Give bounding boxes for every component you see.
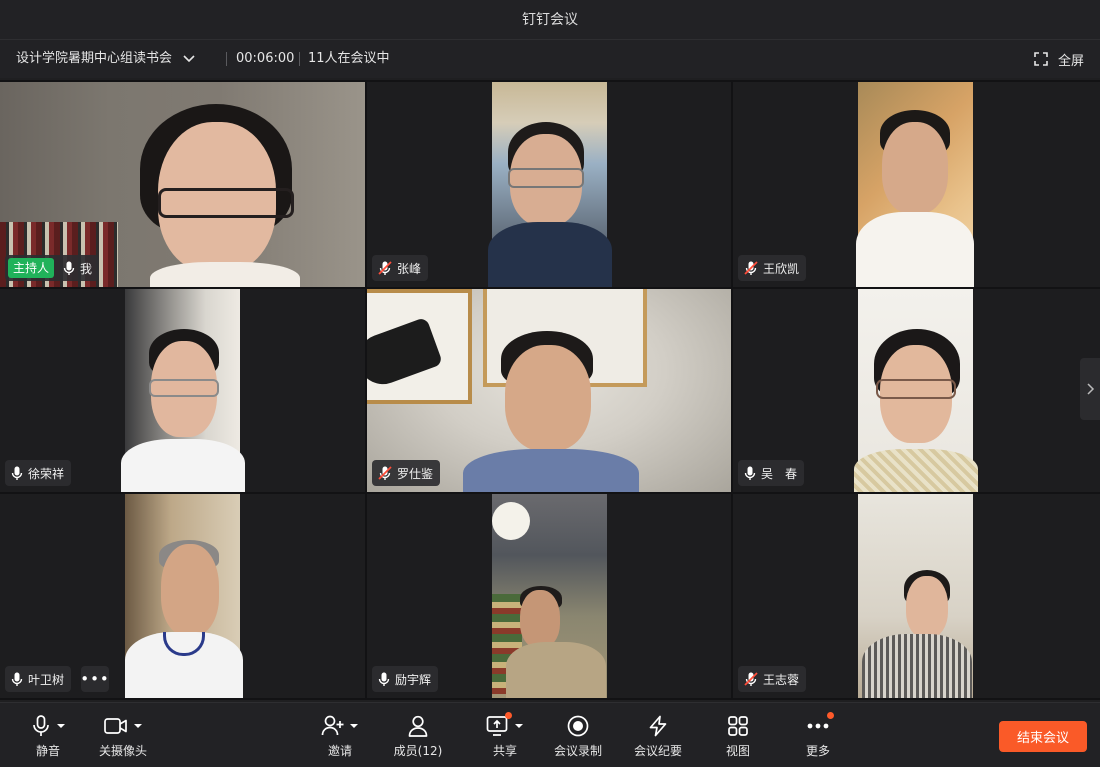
notification-dot	[827, 712, 834, 719]
participant-label: 励宇辉	[372, 666, 439, 692]
participant-video	[488, 82, 612, 287]
lightning-icon	[649, 715, 667, 737]
end-meeting-button[interactable]: 结束会议	[999, 721, 1087, 752]
fullscreen-label: 全屏	[1057, 53, 1084, 69]
participant-name: 张峰	[397, 261, 422, 276]
microphone-muted-icon	[378, 261, 392, 275]
members-label: 成员(12)	[393, 744, 443, 758]
participant-label: 徐荣祥	[5, 460, 72, 486]
view-label: 视图	[725, 744, 750, 758]
video-tile-zhangfeng[interactable]: 张峰	[367, 82, 731, 287]
participant-name: 我	[80, 261, 93, 276]
participant-video	[856, 82, 974, 287]
meeting-topic-dropdown[interactable]: 设计学院暑期中心组读书会	[16, 40, 196, 78]
participant-more-button[interactable]: •••	[80, 666, 110, 692]
next-page-button[interactable]	[1080, 358, 1100, 420]
video-tile-wuchun[interactable]: 吴 春	[733, 289, 1100, 492]
participant-name: 罗仕鉴	[397, 466, 434, 481]
grid-view-icon	[728, 716, 748, 736]
camera-button[interactable]: 关摄像头	[88, 713, 158, 763]
meeting-info-bar: 设计学院暑期中心组读书会 00:06:00 11人在会议中 全屏	[0, 40, 1100, 78]
microphone-muted-icon	[744, 261, 758, 275]
meeting-topic: 设计学院暑期中心组读书会	[16, 51, 173, 66]
participant-label: 张峰	[372, 255, 429, 281]
video-tile-luoshijian[interactable]: 罗仕鉴	[367, 289, 731, 492]
video-tile-wangxinkai[interactable]: 王欣凯	[733, 82, 1100, 287]
caret-down-icon[interactable]	[514, 722, 524, 730]
participant-name: 王志蓉	[763, 672, 800, 687]
more-options-icon: •••	[80, 670, 110, 688]
share-label: 共享	[492, 744, 517, 758]
participant-name: 徐荣祥	[28, 466, 65, 481]
caret-down-icon[interactable]	[349, 722, 359, 730]
microphone-muted-icon	[744, 672, 758, 686]
participant-name: 叶卫树	[28, 672, 65, 687]
caret-down-icon[interactable]	[56, 722, 66, 730]
participant-video	[125, 494, 243, 698]
participant-video	[121, 289, 245, 492]
microphone-icon	[378, 672, 390, 686]
microphone-muted-icon	[378, 466, 392, 480]
participant-label: 主持人 我	[5, 255, 100, 281]
camera-icon	[103, 718, 127, 734]
caret-down-icon[interactable]	[133, 722, 143, 730]
members-icon	[408, 715, 428, 737]
participant-name: 王欣凯	[763, 261, 800, 276]
video-tile-xurongxiang[interactable]: 徐荣祥	[0, 289, 365, 492]
participant-name: 励宇辉	[395, 672, 432, 687]
more-label: 更多	[805, 744, 830, 758]
microphone-icon	[32, 715, 49, 736]
participant-label: 王欣凯	[738, 255, 807, 281]
video-grid: 主持人 我 张峰 王欣凯 徐荣祥 罗仕鉴 吴 春 叶卫树 ••• 励宇辉 王志蓉	[0, 80, 1100, 700]
microphone-icon	[11, 672, 23, 686]
video-tile-wangzhirong[interactable]: 王志蓉	[733, 494, 1100, 698]
title-bar: 钉钉会议	[0, 0, 1100, 40]
chevron-down-icon	[183, 55, 195, 63]
camera-label: 关摄像头	[98, 744, 147, 758]
minutes-label: 会议纪要	[633, 744, 682, 758]
view-button[interactable]: 视图	[703, 713, 773, 763]
record-icon	[567, 715, 589, 737]
members-button[interactable]: 成员(12)	[383, 713, 453, 763]
ceiling-lamp	[492, 502, 530, 540]
participant-label: 叶卫树	[5, 666, 72, 692]
fullscreen-button[interactable]: 全屏	[1034, 40, 1084, 78]
meeting-toolbar: 静音 关摄像头 邀请 成员(12) 共享 会议录制 会议纪要 视图 更多 结束会…	[0, 702, 1100, 767]
microphone-icon	[63, 261, 75, 275]
mute-label: 静音	[35, 744, 60, 758]
participant-video	[854, 289, 978, 492]
video-tile-liyuhui[interactable]: 励宇辉	[367, 494, 731, 698]
record-label: 会议录制	[553, 744, 602, 758]
participant-label: 王志蓉	[738, 666, 807, 692]
invite-button[interactable]: 邀请	[305, 713, 375, 763]
more-icon	[807, 723, 829, 729]
participant-count: 11人在会议中	[308, 51, 390, 66]
fullscreen-icon	[1034, 52, 1048, 66]
add-user-icon	[321, 715, 344, 736]
invite-label: 邀请	[327, 744, 352, 758]
meeting-elapsed-time: 00:06:00	[236, 51, 295, 66]
video-tile-yeweishu[interactable]: 叶卫树 •••	[0, 494, 365, 698]
mute-button[interactable]: 静音	[13, 713, 83, 763]
microphone-icon	[11, 466, 23, 480]
window-title: 钉钉会议	[522, 12, 578, 28]
participant-video	[492, 494, 607, 698]
video-tile-me[interactable]: 主持人 我	[0, 82, 365, 287]
participant-name: 吴 春	[761, 466, 798, 481]
participant-video	[858, 494, 973, 698]
participant-label: 罗仕鉴	[372, 460, 441, 486]
more-button[interactable]: 更多	[783, 712, 853, 763]
glasses	[158, 188, 294, 218]
host-badge: 主持人	[8, 258, 55, 278]
share-button[interactable]: 共享	[470, 712, 540, 763]
divider	[226, 52, 227, 66]
participant-label: 吴 春	[738, 460, 805, 486]
divider	[299, 52, 300, 66]
microphone-icon	[744, 466, 756, 480]
chevron-right-icon	[1087, 383, 1095, 395]
notification-dot	[505, 712, 512, 719]
minutes-button[interactable]: 会议纪要	[623, 713, 693, 763]
record-button[interactable]: 会议录制	[543, 713, 613, 763]
